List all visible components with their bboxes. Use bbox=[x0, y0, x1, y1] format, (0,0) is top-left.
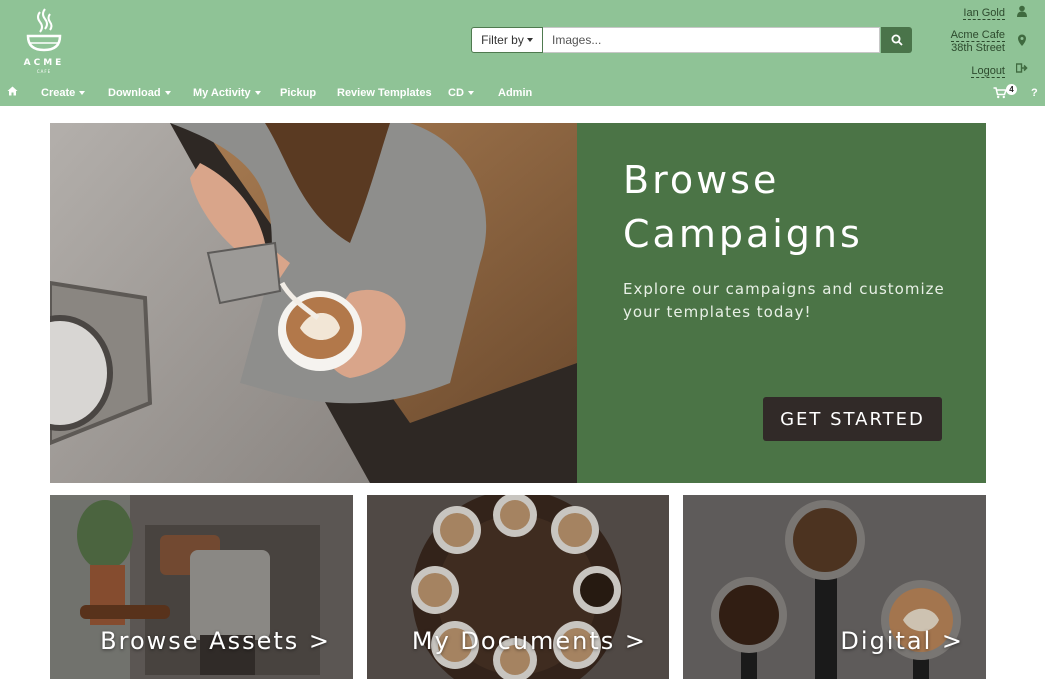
tile-my-documents[interactable]: My Documents > bbox=[367, 495, 669, 679]
location-link-street[interactable]: 38th Street bbox=[951, 42, 1005, 54]
filter-by-label: Filter by bbox=[481, 33, 524, 47]
user-icon bbox=[1017, 5, 1027, 17]
tile-digital[interactable]: Digital > bbox=[683, 495, 986, 679]
nav-admin[interactable]: Admin bbox=[498, 87, 532, 99]
search-button[interactable] bbox=[881, 27, 912, 53]
hero-subtitle: Explore our campaigns and customize your… bbox=[623, 280, 945, 321]
hero-title-line2: Campaigns bbox=[623, 212, 863, 256]
caret-down-icon bbox=[254, 91, 261, 95]
logo-text: ACME bbox=[23, 58, 65, 68]
shopping-cart-icon bbox=[993, 87, 1008, 99]
help-button[interactable]: ? bbox=[1031, 87, 1038, 99]
caret-down-icon bbox=[467, 91, 474, 95]
user-name-link[interactable]: Ian Gold bbox=[963, 7, 1005, 20]
tile-browse-assets-label: Browse Assets > bbox=[100, 627, 331, 655]
tile-my-documents-label: My Documents > bbox=[411, 627, 647, 655]
nav-download[interactable]: Download bbox=[108, 87, 171, 99]
logout-link[interactable]: Logout bbox=[971, 65, 1005, 78]
map-marker-icon bbox=[1018, 34, 1026, 46]
hero-title: Browse Campaigns bbox=[623, 153, 963, 261]
location-link-name[interactable]: Acme Cafe bbox=[950, 29, 1005, 42]
home-icon[interactable] bbox=[7, 86, 18, 96]
nav-review-templates[interactable]: Review Templates bbox=[337, 87, 432, 99]
sign-out-icon bbox=[1016, 63, 1028, 73]
caret-down-icon bbox=[164, 91, 171, 95]
logo-subtext: CAFE bbox=[36, 69, 52, 74]
nav-admin-label: Admin bbox=[498, 87, 533, 99]
search-input[interactable] bbox=[543, 27, 880, 53]
cart-count-badge: 4 bbox=[1006, 84, 1017, 95]
hero-banner: Browse Campaigns Explore our campaigns a… bbox=[50, 123, 986, 483]
tile-browse-assets[interactable]: Browse Assets > bbox=[50, 495, 353, 679]
hero-text-panel: Browse Campaigns Explore our campaigns a… bbox=[577, 123, 986, 483]
user-panel: Ian Gold Acme Cafe 38th Street Logout bbox=[925, 0, 1045, 84]
top-header: ACME CAFE Filter by Ian Gold Acme Cafe 3… bbox=[0, 0, 1045, 106]
nav-create[interactable]: Create bbox=[41, 87, 86, 99]
nav-cd-label: CD bbox=[448, 87, 464, 99]
caret-down-icon bbox=[79, 91, 86, 95]
tile-digital-label: Digital > bbox=[840, 627, 964, 655]
search-icon bbox=[891, 34, 903, 46]
nav-my-activity[interactable]: My Activity bbox=[193, 87, 261, 99]
nav-create-label: Create bbox=[41, 87, 76, 99]
search-bar: Filter by bbox=[471, 27, 912, 53]
nav-review-templates-label: Review Templates bbox=[337, 87, 432, 99]
main-nav: Create Download My Activity Pickup Revie… bbox=[0, 82, 1045, 104]
acme-cafe-logo[interactable]: ACME CAFE bbox=[18, 6, 70, 76]
nav-pickup-label: Pickup bbox=[280, 87, 317, 99]
get-started-button[interactable]: GET STARTED bbox=[763, 397, 942, 441]
nav-cd[interactable]: CD bbox=[448, 87, 474, 99]
caret-down-icon bbox=[526, 38, 533, 42]
filter-by-dropdown[interactable]: Filter by bbox=[471, 27, 543, 53]
nav-my-activity-label: My Activity bbox=[193, 87, 251, 99]
hero-image-barista-latte-art bbox=[50, 123, 577, 483]
cart-button[interactable]: 4 bbox=[993, 84, 1017, 103]
nav-download-label: Download bbox=[108, 87, 161, 99]
nav-pickup[interactable]: Pickup bbox=[280, 87, 316, 99]
hero-title-line1: Browse bbox=[623, 158, 780, 202]
